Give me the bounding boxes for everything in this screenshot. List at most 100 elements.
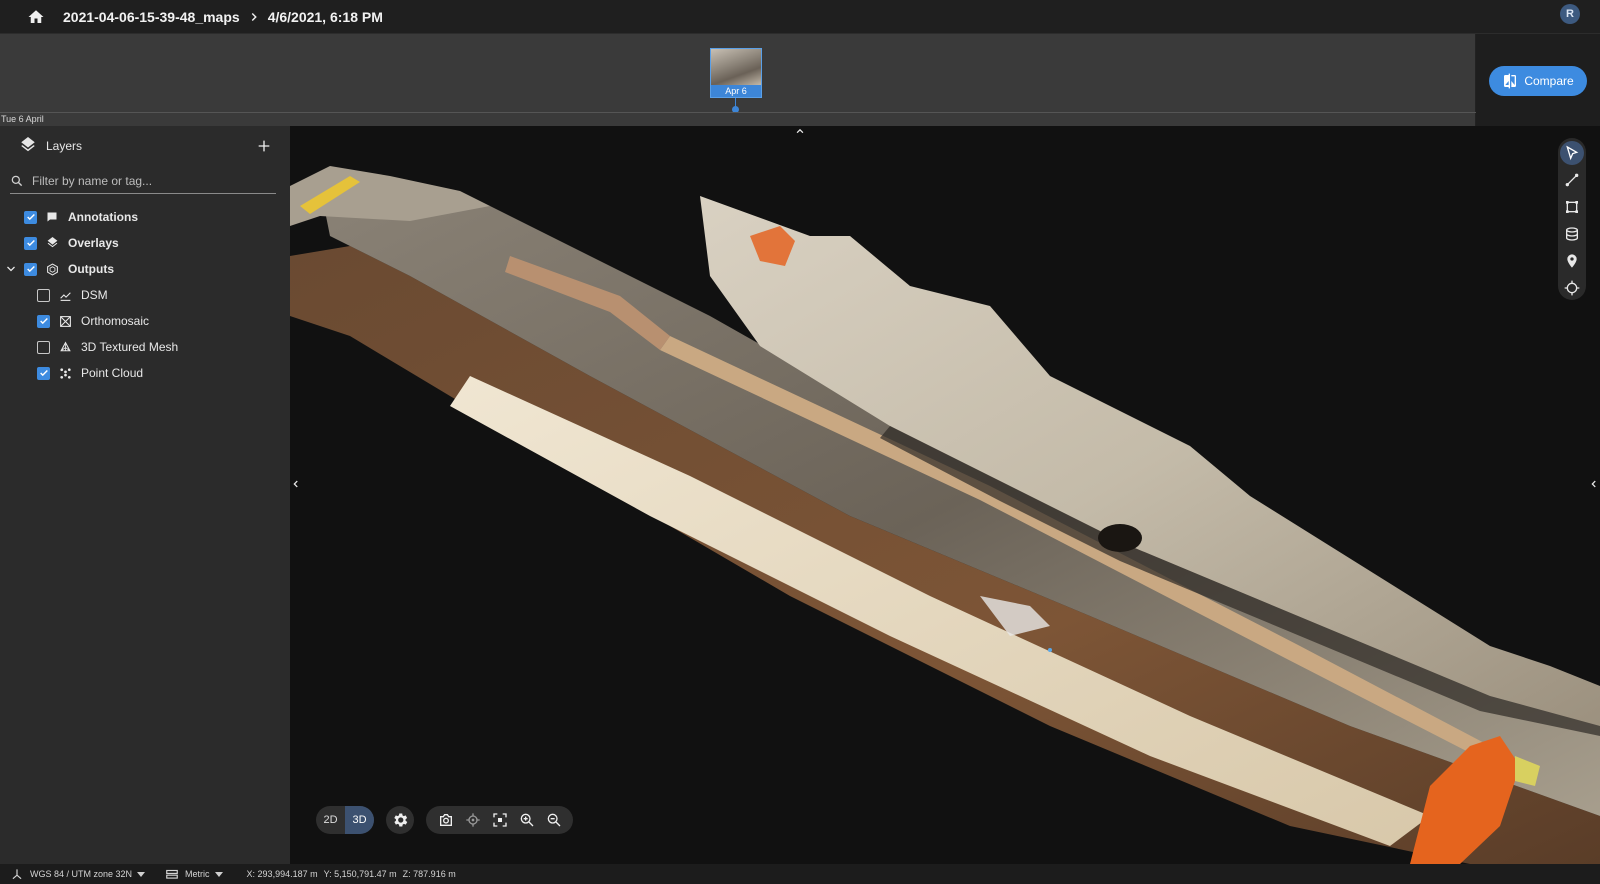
- layers-sidebar: Layers Annotations Overlays: [0, 126, 290, 864]
- layer-label: Overlays: [68, 236, 119, 250]
- view-mode-toggle: 2D 3D: [316, 806, 374, 834]
- timeline-date-label: Tue 6 April: [1, 114, 44, 124]
- axes-icon: [12, 869, 22, 880]
- settings-button[interactable]: [386, 806, 414, 834]
- camera-icon: [439, 814, 452, 826]
- recenter-button[interactable]: [459, 806, 486, 834]
- chevron-right-icon: [244, 7, 264, 27]
- breadcrumb-project[interactable]: 2021-04-06-15-39-48_maps: [63, 9, 240, 25]
- timeline-axis: [0, 112, 1476, 113]
- area-tool-button[interactable]: [1560, 195, 1584, 219]
- layer-row-3d-textured-mesh: 3D Textured Mesh: [0, 334, 290, 360]
- layers-title: Layers: [46, 139, 83, 153]
- zoom-in-button[interactable]: [513, 806, 540, 834]
- measurement-toolbar: [1558, 138, 1586, 300]
- crs-selector[interactable]: WGS 84 / UTM zone 32N: [10, 867, 146, 881]
- filter-input[interactable]: [32, 173, 262, 188]
- collapse-sidebar-button[interactable]: [290, 476, 302, 492]
- locate-tool-button[interactable]: [1560, 276, 1584, 300]
- caret-down-icon: [214, 871, 223, 877]
- layer-row-outputs: Outputs: [0, 256, 290, 282]
- mesh-icon: [58, 340, 72, 354]
- home-button[interactable]: [19, 3, 53, 31]
- layer-label: Annotations: [68, 210, 138, 224]
- timeline: Apr 6 Tue 6 April: [0, 34, 1476, 126]
- layer-row-dsm: DSM: [0, 282, 290, 308]
- layer-label: Point Cloud: [81, 366, 144, 380]
- line-tool-button[interactable]: [1560, 168, 1584, 192]
- ruler-icon: [166, 869, 178, 879]
- compare-button[interactable]: Compare: [1489, 66, 1587, 96]
- layer-label: Orthomosaic: [81, 314, 150, 328]
- layer-row-point-cloud: Point Cloud: [0, 360, 290, 386]
- mode-3d-button[interactable]: 3D: [345, 806, 374, 834]
- plus-icon: [258, 140, 270, 152]
- checkbox-annotations[interactable]: [24, 210, 37, 224]
- camera-tools: [426, 806, 573, 834]
- layers-header: Layers: [0, 126, 290, 166]
- compare-panel: Compare: [1476, 34, 1600, 126]
- search-icon: [11, 175, 23, 186]
- breadcrumb-date[interactable]: 4/6/2021, 6:18 PM: [268, 9, 383, 25]
- zoom-out-icon: [547, 813, 560, 827]
- chevron-left-icon: [1591, 480, 1596, 488]
- gear-icon: [394, 813, 408, 827]
- layer-label: 3D Textured Mesh: [81, 340, 179, 354]
- zoom-in-icon: [520, 813, 533, 827]
- fit-screen-icon: [492, 813, 507, 827]
- thumbnail-label: Apr 6: [711, 85, 761, 97]
- compare-label: Compare: [1524, 74, 1574, 88]
- target-icon: [465, 813, 480, 827]
- layer-row-orthomosaic: Orthomosaic: [0, 308, 290, 334]
- point-cloud-icon: [58, 366, 72, 380]
- layers-icon: [18, 136, 38, 156]
- checkbox-3d-textured-mesh[interactable]: [37, 340, 50, 354]
- checkbox-dsm[interactable]: [37, 288, 50, 302]
- marker-tool-button[interactable]: [1560, 249, 1584, 273]
- dsm-icon: [58, 288, 72, 302]
- checkbox-outputs[interactable]: [24, 262, 37, 276]
- orthomosaic-icon: [58, 314, 72, 328]
- compare-icon: [1504, 73, 1517, 89]
- layer-label: DSM: [81, 288, 108, 302]
- select-tool-button[interactable]: [1560, 141, 1584, 165]
- fit-view-button[interactable]: [486, 806, 513, 834]
- outputs-icon: [45, 262, 59, 276]
- home-icon: [28, 9, 44, 23]
- volume-tool-button[interactable]: [1560, 222, 1584, 246]
- collapse-timeline-button[interactable]: [792, 126, 808, 136]
- timeline-thumbnail[interactable]: Apr 6: [710, 48, 762, 98]
- layer-filter: [10, 168, 276, 194]
- units-label: Metric: [185, 869, 210, 879]
- coord-y: Y: 5,150,791.47 m: [323, 869, 397, 879]
- mode-2d-button[interactable]: 2D: [316, 806, 345, 834]
- map-pin-icon: [1567, 254, 1577, 268]
- units-selector[interactable]: Metric: [165, 867, 223, 881]
- expand-right-panel-button[interactable]: [1588, 476, 1600, 492]
- volume-icon: [1566, 227, 1578, 241]
- chevron-down-icon[interactable]: [5, 263, 17, 275]
- checkbox-point-cloud[interactable]: [37, 366, 50, 380]
- zoom-out-button[interactable]: [540, 806, 567, 834]
- chevron-up-icon: [796, 128, 804, 134]
- crs-label: WGS 84 / UTM zone 32N: [30, 869, 133, 879]
- area-measure-icon: [1566, 201, 1578, 213]
- avatar[interactable]: R: [1560, 4, 1580, 24]
- screenshot-button[interactable]: [432, 806, 459, 834]
- layer-row-annotations: Annotations: [0, 204, 290, 230]
- coord-z: Z: 787.916 m: [402, 869, 456, 879]
- viewer-controls: 2D 3D: [316, 806, 573, 834]
- point-cloud-render[interactable]: [290, 126, 1600, 864]
- coord-x: X: 293,994.187 m: [246, 869, 318, 879]
- add-layer-button[interactable]: [254, 136, 274, 156]
- checkbox-orthomosaic[interactable]: [37, 314, 50, 328]
- checkbox-overlays[interactable]: [24, 236, 37, 250]
- layer-row-overlays: Overlays: [0, 230, 290, 256]
- line-measure-icon: [1565, 173, 1579, 187]
- 3d-viewer[interactable]: 2D 3D: [290, 126, 1600, 864]
- top-bar: 2021-04-06-15-39-48_maps 4/6/2021, 6:18 …: [0, 0, 1600, 34]
- crosshair-icon: [1564, 280, 1580, 296]
- caret-down-icon: [137, 871, 146, 877]
- status-bar: WGS 84 / UTM zone 32N Metric X: 293,994.…: [0, 864, 1600, 884]
- layer-label: Outputs: [68, 262, 114, 276]
